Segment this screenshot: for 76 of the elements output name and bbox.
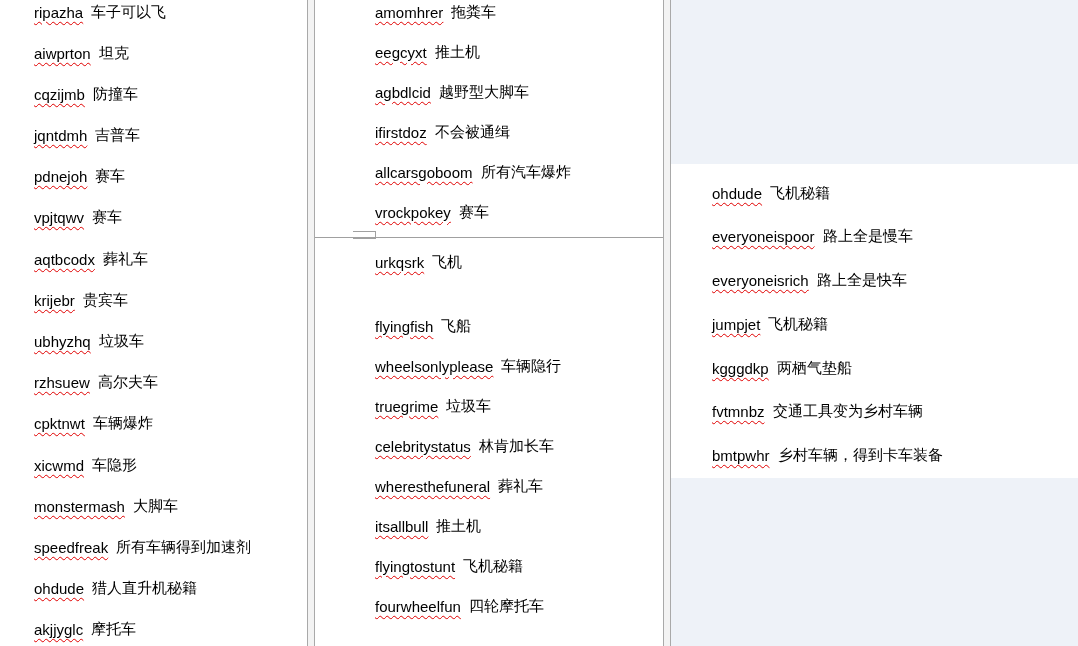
cheat-description: 大脚车 (132, 496, 178, 516)
cheat-code: flyingtostunt (375, 557, 456, 575)
cheat-description: 猎人直升机秘籍 (92, 579, 198, 599)
cheat-description: 垃圾车 (98, 332, 144, 351)
cheat-description: 吉普车 (95, 126, 141, 146)
cheat-code: urkqsrk (375, 253, 425, 271)
cheat-description: 飞机 (432, 252, 463, 272)
cheat-description: 飞机秘籍 (768, 314, 829, 334)
cheat-code: eegcyxt (375, 43, 427, 61)
cheat-description: 推土机 (436, 516, 482, 536)
cheat-code: itsallbull (375, 517, 429, 535)
cheat-description: 飞机秘籍 (770, 183, 831, 203)
cheat-description: 高尔夫车 (97, 373, 158, 393)
cheat-description: 赛车 (92, 208, 123, 228)
cheat-description: 交通工具变为乡村车辆 (772, 402, 923, 422)
cheat-description: 车辆爆炸 (92, 414, 153, 434)
cheat-description: 车隐形 (92, 455, 137, 475)
cheat-code: aiwprton (34, 44, 91, 62)
cheat-description: 越野型大脚车 (438, 82, 529, 102)
cheat-description: 垃圾车 (446, 396, 492, 416)
cheat-code: celebritystatus (375, 437, 471, 455)
cheat-description: 四轮摩托车 (468, 596, 544, 616)
cheat-code: ripazha (34, 3, 84, 21)
cheat-description: 防撞车 (92, 84, 138, 104)
cheat-code: everyoneisrich (712, 272, 809, 290)
cheat-code: monstermash (34, 497, 125, 515)
cheat-description: 两栖气垫船 (776, 358, 852, 378)
cheat-code: ubhyzhq (34, 333, 91, 350)
cheat-code: jumpjet (712, 315, 761, 333)
cheat-code: kgggdkp (712, 359, 769, 377)
cheat-code: allcarsgoboom (375, 163, 473, 181)
cheat-code: cpktnwt (34, 415, 85, 433)
cheat-description: 赛车 (458, 202, 489, 222)
cheat-code: fourwheelfun (375, 597, 461, 615)
cheat-code: krijebr (34, 291, 75, 309)
cheat-code: flyingfish (375, 317, 434, 335)
cheat-code: vpjtqwv (34, 209, 85, 227)
cheat-code: ohdude (712, 184, 763, 202)
cheat-code: wheresthefuneral (375, 477, 491, 495)
cheat-description: 车子可以飞 (91, 2, 167, 22)
cheat-code: akjjyglc (34, 621, 84, 639)
cheat-code: amomhrer (375, 3, 444, 21)
cheat-code: ohdude (34, 580, 85, 598)
cheat-description: 不会被通缉 (434, 122, 510, 142)
cheat-description: 赛车 (95, 167, 126, 187)
cheat-description: 所有车辆得到加速剂 (116, 537, 252, 557)
cheat-code: wheelsonlyplease (375, 357, 494, 375)
cheat-description: 路上全是快车 (816, 271, 907, 291)
cheat-code: jqntdmh (34, 127, 88, 145)
cheat-description: 葬礼车 (102, 249, 148, 269)
cheat-code: rzhsuew (34, 374, 90, 392)
cheat-description: 林肯加长车 (478, 436, 554, 456)
cheat-description: 贵宾车 (82, 290, 128, 310)
cheat-description: 推土机 (434, 42, 480, 62)
cheat-description: 车辆隐行 (501, 356, 562, 376)
cheat-description: 所有汽车爆炸 (480, 162, 571, 182)
cheat-code: xicwmd (34, 456, 84, 474)
cheat-code: ifirstdoz (375, 123, 427, 141)
cheat-description: 拖粪车 (451, 2, 497, 22)
cheat-code: vrockpokey (375, 203, 451, 221)
cheat-code: pdnejoh (34, 168, 88, 186)
cheat-code: aqtbcodx (34, 250, 95, 268)
cheat-description: 坦克 (98, 43, 129, 63)
cheat-code: everyoneispoor (712, 228, 815, 246)
cheat-description: 乡村车辆，得到卡车装备 (777, 446, 943, 466)
cheat-code: bmtpwhr (712, 447, 770, 465)
cheat-description: 路上全是慢车 (822, 227, 913, 247)
cheat-code: fvtmnbz (712, 403, 765, 421)
cheat-code: cqzijmb (34, 85, 85, 103)
cheat-description: 飞船 (441, 316, 472, 336)
cheat-description: 摩托车 (91, 620, 137, 640)
cheat-code: agbdlcid (375, 83, 431, 101)
cheat-description: 葬礼车 (498, 476, 544, 496)
cheat-code: speedfreak (34, 538, 109, 556)
cheat-description: 飞机秘籍 (463, 556, 524, 576)
cheat-code: truegrime (375, 397, 439, 415)
